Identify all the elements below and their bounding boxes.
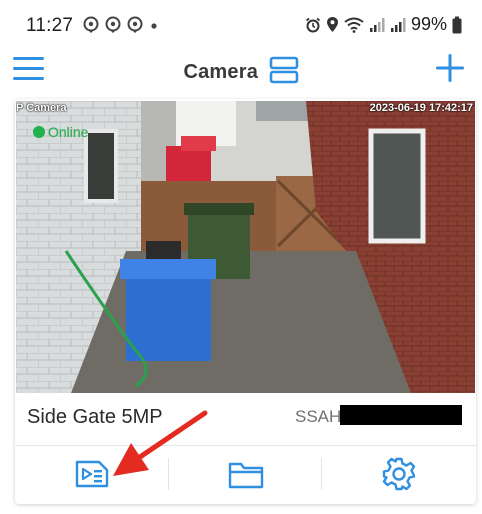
camera-info-row: Side Gate 5MP SSAH [15, 393, 476, 446]
serial-redaction-bar [340, 405, 462, 425]
camera-serial: SSAH [295, 407, 342, 426]
title-wrap: Camera [0, 56, 482, 89]
camera-card: P Camera 2023-06-19 17:42:17 Online Side… [15, 99, 476, 504]
playback-list-icon [75, 460, 108, 488]
camera-snapshot-image [16, 101, 475, 393]
camera-overlay-timestamp: 2023-06-19 17:42:17 [369, 102, 473, 114]
online-status-dot [33, 126, 45, 138]
playback-button[interactable] [15, 446, 168, 502]
page-title: Camera [183, 61, 259, 83]
camera-live-feed[interactable]: P Camera 2023-06-19 17:42:17 Online [16, 101, 475, 393]
online-status-text: Online [48, 124, 89, 140]
alarm-icon [305, 17, 321, 32]
location-pin-icon [105, 16, 121, 33]
files-button[interactable] [169, 446, 322, 502]
wifi-icon [344, 17, 364, 33]
camera-name: Side Gate 5MP [27, 406, 163, 428]
layout-toggle-button[interactable] [269, 56, 299, 89]
gear-icon [382, 457, 415, 491]
battery-percentage: 99% [410, 14, 447, 34]
folder-icon [228, 462, 263, 489]
battery-icon [452, 16, 462, 33]
status-time: 11:27 [26, 15, 74, 36]
app-header: Camera [0, 46, 482, 90]
signal-icon [369, 17, 385, 32]
settings-button[interactable] [322, 446, 475, 502]
status-notification-icons [83, 16, 159, 34]
online-status-badge: Online [33, 124, 88, 140]
status-bar: 11:27 99% [0, 0, 482, 52]
location-icon [326, 17, 338, 32]
location-pin-icon [127, 16, 143, 33]
camera-overlay-label: P Camera [16, 102, 67, 114]
dot-icon [151, 23, 157, 29]
add-device-button[interactable] [432, 50, 468, 86]
status-system-icons: 99% [305, 14, 462, 35]
location-pin-icon [83, 16, 99, 33]
camera-actions-bar [15, 446, 476, 502]
view-layout-icon [269, 56, 298, 84]
plus-icon [436, 54, 464, 82]
signal-icon [390, 17, 406, 32]
